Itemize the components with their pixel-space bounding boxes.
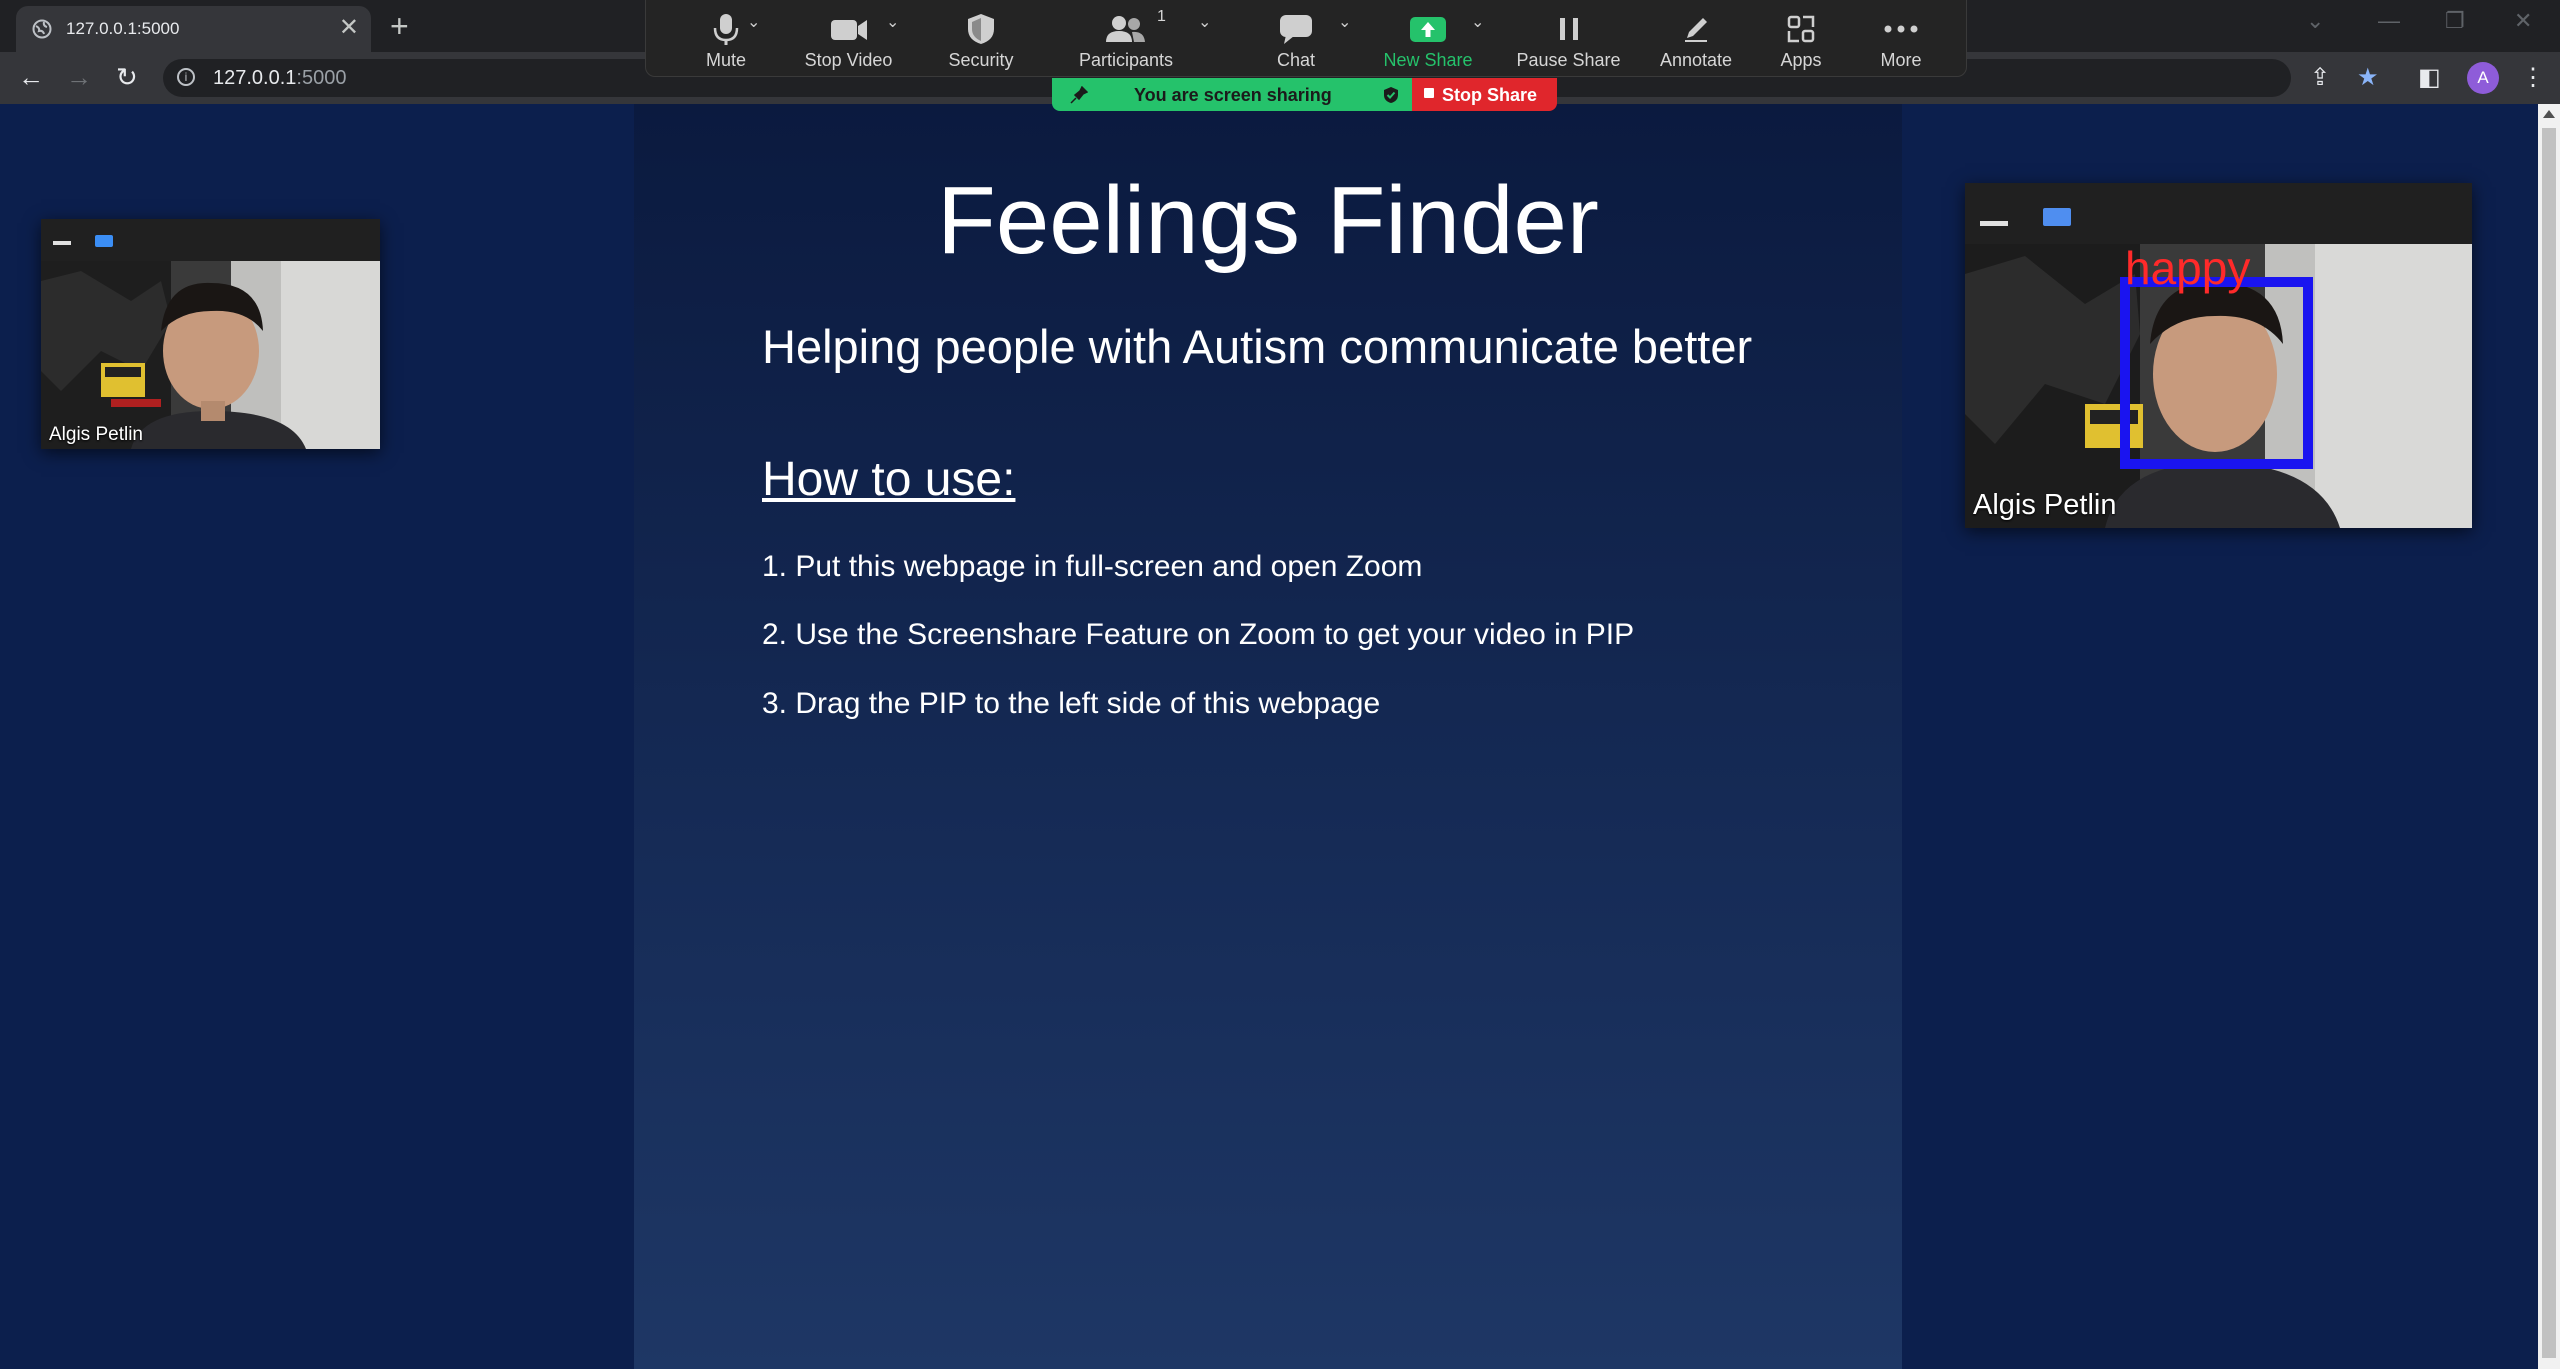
close-window-icon[interactable]: ✕	[2514, 8, 2532, 34]
stop-square-icon	[1424, 88, 1434, 98]
more-button[interactable]: More	[1856, 0, 1946, 76]
pip-window-left[interactable]: Algis Petlin	[41, 219, 380, 449]
emotion-label: happy	[2125, 244, 2250, 294]
minimize-icon[interactable]: —	[2378, 8, 2400, 34]
participant-video-frame: happy	[1965, 244, 2472, 528]
browser-tab[interactable]: 127.0.0.1:5000 ✕	[16, 6, 371, 52]
how-to-heading: How to use:	[762, 453, 1016, 506]
new-tab-icon[interactable]: +	[390, 8, 409, 44]
page-subtitle: Helping people with Autism communicate b…	[762, 320, 1753, 373]
menu-kebab-icon[interactable]: ⋮	[2521, 64, 2545, 92]
stop-share-button[interactable]: Stop Share	[1412, 78, 1557, 111]
scrollbar-thumb[interactable]	[2542, 128, 2556, 1358]
tab-title: 127.0.0.1:5000	[66, 19, 180, 38]
pip-minimize-icon[interactable]	[53, 241, 71, 245]
participant-video-frame	[41, 261, 380, 449]
step-item: 1. Put this webpage in full-screen and o…	[762, 550, 1423, 583]
shield-icon	[968, 14, 994, 44]
site-info-icon[interactable]: i	[177, 68, 195, 86]
more-dots-icon	[1884, 25, 1918, 33]
sharing-status-text: You are screen sharing	[1134, 85, 1332, 105]
pencil-icon	[1685, 18, 1707, 42]
step-item: 2. Use the Screenshare Feature on Zoom t…	[762, 618, 1635, 651]
pip-video: Algis Petlin	[41, 261, 380, 449]
page-title: Feelings Finder	[937, 167, 1599, 274]
pip-expand-icon[interactable]	[95, 235, 113, 247]
microphone-icon	[713, 14, 739, 45]
bookmark-star-icon[interactable]: ★	[2357, 64, 2379, 92]
back-icon[interactable]: ←	[18, 62, 44, 92]
maximize-icon[interactable]: ❐	[2445, 8, 2465, 34]
annotate-button[interactable]: Annotate	[1641, 0, 1751, 76]
pip-minimize-icon[interactable]	[1980, 221, 2008, 226]
new-share-button[interactable]: New Share	[1368, 0, 1488, 76]
share-options-chevron-icon[interactable]: ⌄	[1471, 12, 1484, 32]
apps-grid-icon	[1787, 15, 1815, 43]
verified-shield-icon	[1384, 87, 1398, 103]
participants-options-chevron-icon[interactable]: ⌄	[1198, 12, 1211, 32]
apps-button[interactable]: Apps	[1761, 0, 1841, 76]
participants-icon	[1106, 16, 1145, 42]
share-page-icon[interactable]: ⇪	[2310, 64, 2330, 92]
tab-search-chevron-icon[interactable]: ⌄	[2306, 8, 2324, 34]
page-scrollbar[interactable]	[2538, 104, 2560, 1369]
chat-bubble-icon	[1280, 15, 1312, 44]
pip-header[interactable]	[41, 219, 380, 261]
forward-icon[interactable]: →	[66, 62, 92, 92]
participants-button[interactable]: Participants 1	[1051, 0, 1201, 76]
video-camera-icon	[830, 20, 867, 40]
participant-name: Algis Petlin	[1973, 489, 2117, 521]
zoom-toolbar: Mute ⌄ Stop Video ⌄ Security Participant…	[645, 0, 1967, 77]
security-button[interactable]: Security	[921, 0, 1041, 76]
profile-avatar[interactable]: A	[2467, 62, 2499, 94]
chat-options-chevron-icon[interactable]: ⌄	[1338, 12, 1351, 32]
pip-video: happy Algis Petlin	[1965, 244, 2472, 528]
pip-window-right[interactable]: happy Algis Petlin	[1965, 183, 2472, 528]
video-options-chevron-icon[interactable]: ⌄	[886, 12, 899, 32]
url-text: 127.0.0.1:5000	[213, 67, 347, 89]
reload-icon[interactable]: ↻	[116, 62, 138, 92]
step-item: 3. Drag the PIP to the left side of this…	[762, 687, 1381, 720]
pip-expand-icon[interactable]	[2043, 208, 2071, 226]
pip-header[interactable]	[1965, 183, 2472, 244]
tab-close-icon[interactable]: ✕	[339, 16, 359, 40]
content-panel: Feelings Finder Helping people with Auti…	[634, 104, 1902, 1369]
pin-icon[interactable]	[1070, 86, 1088, 104]
pause-icon	[1559, 18, 1578, 40]
mute-options-chevron-icon[interactable]: ⌄	[747, 12, 760, 32]
scroll-up-arrow-icon[interactable]	[2543, 110, 2555, 118]
globe-icon	[32, 19, 52, 39]
mute-button[interactable]: Mute	[676, 0, 776, 76]
participants-count: 1	[1157, 8, 1166, 25]
participant-name: Algis Petlin	[49, 424, 143, 445]
share-screen-icon	[1410, 17, 1446, 42]
screen-sharing-banner[interactable]: You are screen sharing	[1052, 78, 1412, 111]
pause-share-button[interactable]: Pause Share	[1506, 0, 1631, 76]
side-panel-icon[interactable]: ◧	[2418, 64, 2441, 92]
